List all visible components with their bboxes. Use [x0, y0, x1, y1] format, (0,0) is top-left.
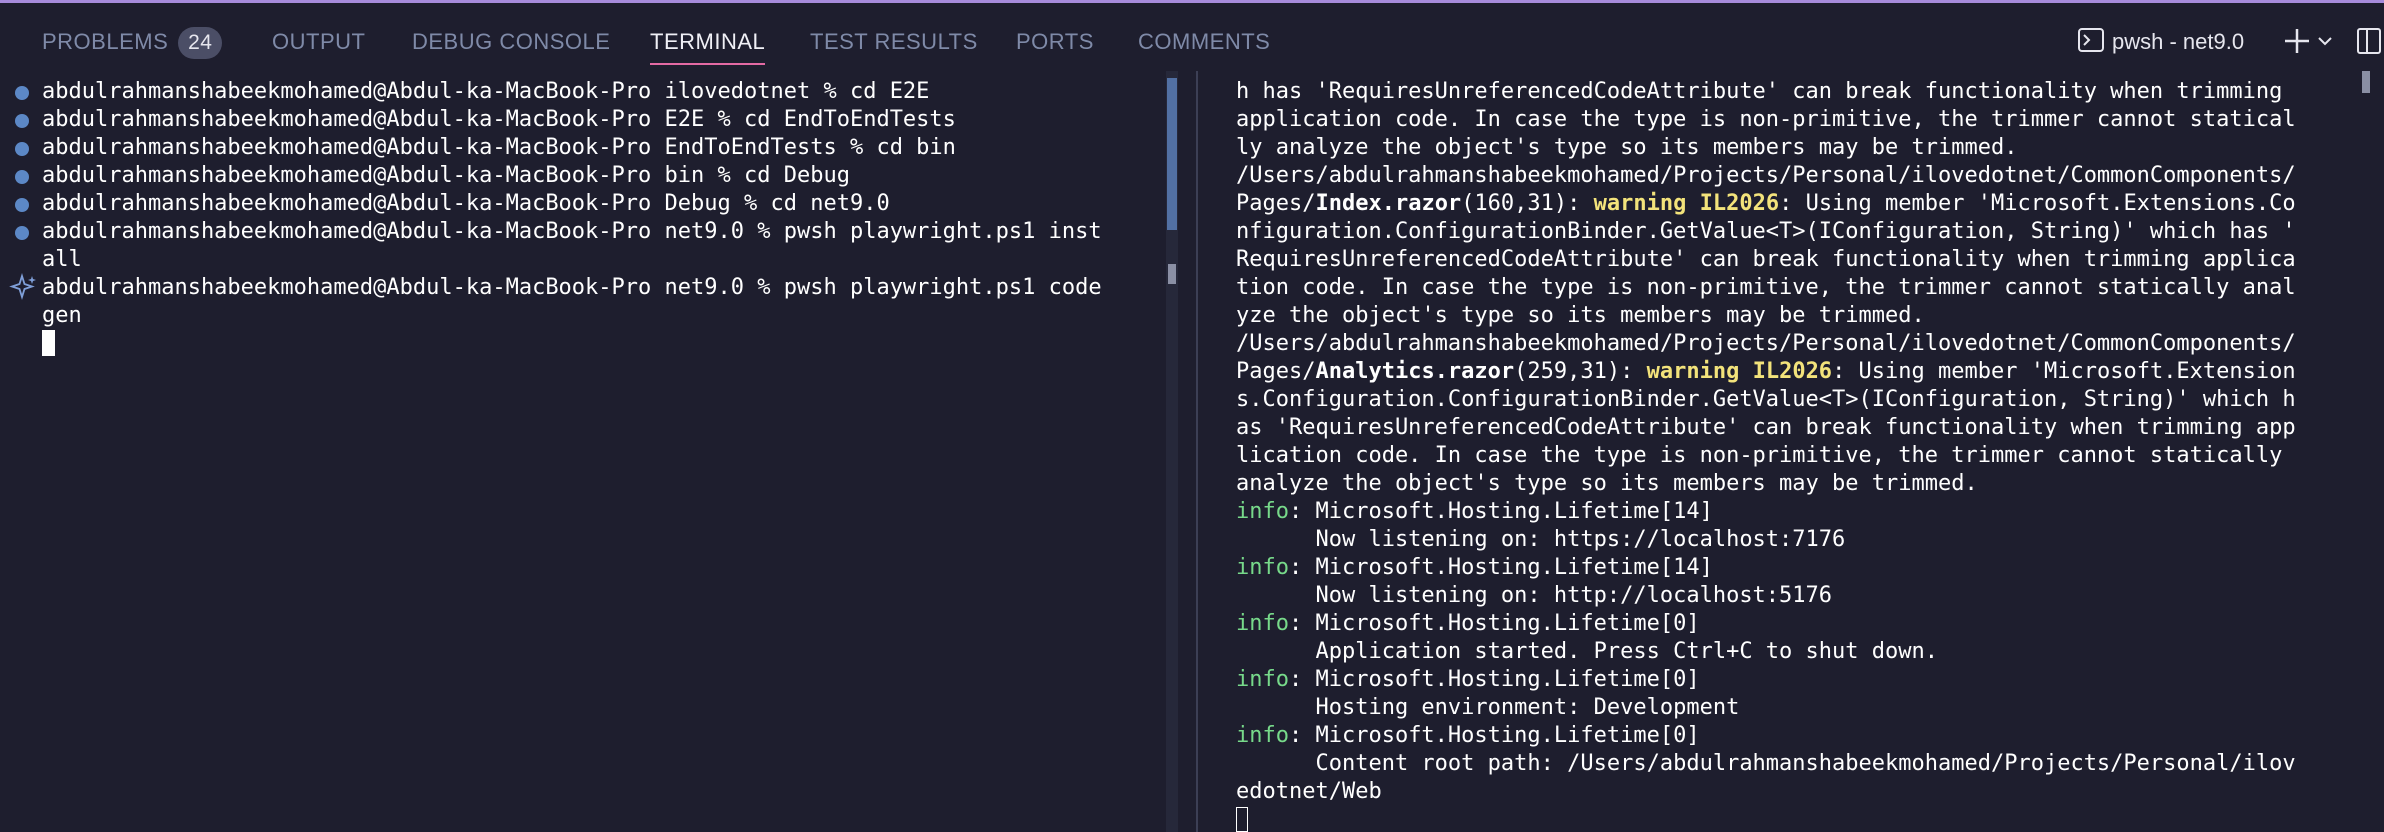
info-label: info	[1236, 611, 1289, 636]
terminal-line: abdulrahmanshabeekmohamed@Abdul-ka-MacBo…	[42, 275, 1102, 300]
terminal-line: tion code. In case the type is non-primi…	[1236, 275, 2296, 300]
tab-comments[interactable]: COMMENTS	[1138, 25, 1270, 59]
terminal-cursor	[1236, 807, 1248, 832]
terminal-line: RequiresUnreferencedCodeAttribute' can b…	[1236, 247, 2296, 272]
terminal-line: Pages/Index.razor(160,31): warning IL202…	[1236, 190, 2296, 218]
log-source: : Microsoft.Hosting.Lifetime[14]	[1288, 499, 1713, 524]
file-position: (160,31):	[1461, 191, 1594, 216]
terminal-line: as 'RequiresUnreferencedCodeAttribute' c…	[1236, 415, 2296, 440]
file-name: Index.razor	[1315, 191, 1462, 216]
tab-problems-label: PROBLEMS	[42, 29, 169, 54]
terminal-line: /Users/abdulrahmanshabeekmohamed/Project…	[1236, 163, 2296, 188]
left-terminal-scroll-marker	[1168, 264, 1176, 284]
info-label: info	[1236, 499, 1289, 524]
problems-count-badge: 24	[178, 27, 223, 59]
terminal-icon[interactable]	[2078, 28, 2104, 52]
terminal-cursor-line	[1236, 806, 2296, 832]
terminal-line: Application started. Press Ctrl+C to shu…	[1236, 639, 1938, 664]
terminal-line: abdulrahmanshabeekmohamed@Abdul-ka-MacBo…	[42, 191, 890, 216]
command-status-dot[interactable]	[15, 170, 29, 184]
tab-output-label: OUTPUT	[272, 29, 366, 54]
terminal-line: edotnet/Web	[1236, 779, 1382, 804]
right-terminal-scroll-marker[interactable]	[2362, 71, 2370, 93]
terminal-line: info: Microsoft.Hosting.Lifetime[0]	[1236, 666, 2296, 694]
warning-code: warning IL2026	[1646, 359, 1833, 384]
tab-debug-console[interactable]: DEBUG CONSOLE	[412, 25, 610, 59]
terminal-line: info: Microsoft.Hosting.Lifetime[14]	[1236, 498, 2296, 526]
path-prefix: Pages/	[1236, 191, 1316, 216]
terminal-line: abdulrahmanshabeekmohamed@Abdul-ka-MacBo…	[42, 107, 956, 132]
terminal-line: Pages/Analytics.razor(259,31): warning I…	[1236, 358, 2296, 386]
command-status-dot[interactable]	[15, 226, 29, 240]
panel-tab-bar: PROBLEMS 24 OUTPUT DEBUG CONSOLE TERMINAL…	[0, 3, 2384, 71]
terminal-line: nfiguration.ConfigurationBinder.GetValue…	[1236, 219, 2296, 244]
tab-output[interactable]: OUTPUT	[272, 25, 365, 59]
file-name: Analytics.razor	[1315, 359, 1515, 384]
terminal-line: Hosting environment: Development	[1236, 695, 1740, 720]
warning-message: : Using member 'Microsoft.Extensions.Co	[1779, 191, 2296, 216]
command-status-dot[interactable]	[15, 198, 29, 212]
active-tab-underline	[650, 63, 766, 65]
tab-terminal-label: TERMINAL	[650, 29, 766, 54]
terminal-line: abdulrahmanshabeekmohamed@Abdul-ka-MacBo…	[42, 79, 930, 104]
terminal-line: yze the object's type so its members may…	[1236, 303, 1925, 328]
terminal-line: info: Microsoft.Hosting.Lifetime[14]	[1236, 554, 2296, 582]
command-status-dot[interactable]	[15, 114, 29, 128]
terminal-line: h has 'RequiresUnreferencedCodeAttribute…	[1236, 79, 2296, 104]
terminal-line: gen	[42, 303, 82, 328]
terminal-line: Content root path: /Users/abdulrahmansha…	[1236, 751, 2296, 776]
info-label: info	[1236, 555, 1289, 580]
terminal-output-right: h has 'RequiresUnreferencedCodeAttribute…	[1236, 78, 2296, 832]
log-source: : Microsoft.Hosting.Lifetime[0]	[1288, 611, 1700, 636]
tab-test-results[interactable]: TEST RESULTS	[810, 25, 978, 59]
terminal-line: lication code. In case the type is non-p…	[1236, 443, 2296, 468]
split-pane-divider[interactable]	[1196, 71, 1198, 832]
tab-ports-label: PORTS	[1016, 29, 1094, 54]
chevron-down-icon[interactable]	[2317, 35, 2333, 47]
terminal-line: Now listening on: https://localhost:7176	[1236, 527, 1846, 552]
log-source: : Microsoft.Hosting.Lifetime[0]	[1288, 723, 1700, 748]
plus-icon[interactable]	[2283, 27, 2311, 55]
log-source: : Microsoft.Hosting.Lifetime[0]	[1288, 667, 1700, 692]
terminal-line: application code. In case the type is no…	[1236, 107, 2296, 132]
tab-debug-console-label: DEBUG CONSOLE	[412, 29, 611, 54]
tab-comments-label: COMMENTS	[1138, 29, 1271, 54]
terminal-cursor	[42, 330, 55, 356]
info-label: info	[1236, 723, 1289, 748]
command-status-dot[interactable]	[15, 86, 29, 100]
terminal-cursor-line	[42, 330, 1102, 358]
terminal-line: analyze the object's type so its members…	[1236, 471, 1978, 496]
terminal-line: abdulrahmanshabeekmohamed@Abdul-ka-MacBo…	[42, 163, 850, 188]
split-layout-icon[interactable]	[2356, 27, 2382, 55]
tab-terminal[interactable]: TERMINAL	[650, 25, 766, 65]
terminal-pane-right[interactable]: h has 'RequiresUnreferencedCodeAttribute…	[1200, 71, 2360, 832]
terminal-line: abdulrahmanshabeekmohamed@Abdul-ka-MacBo…	[42, 135, 956, 160]
file-position: (259,31):	[1514, 359, 1647, 384]
terminal-line: /Users/abdulrahmanshabeekmohamed/Project…	[1236, 331, 2296, 356]
warning-code: warning IL2026	[1593, 191, 1780, 216]
terminal-line: s.Configuration.ConfigurationBinder.GetV…	[1236, 387, 2296, 412]
terminal-line: info: Microsoft.Hosting.Lifetime[0]	[1236, 610, 2296, 638]
terminal-pane-left[interactable]: abdulrahmanshabeekmohamed@Abdul-ka-MacBo…	[0, 71, 1168, 832]
tab-test-results-label: TEST RESULTS	[810, 29, 978, 54]
terminal-line: info: Microsoft.Hosting.Lifetime[0]	[1236, 722, 2296, 750]
info-label: info	[1236, 667, 1289, 692]
terminal-instance-label[interactable]: pwsh - net9.0	[2112, 25, 2244, 59]
log-source: : Microsoft.Hosting.Lifetime[14]	[1288, 555, 1713, 580]
left-terminal-scrollbar-thumb[interactable]	[1167, 78, 1177, 230]
terminal-output-left: abdulrahmanshabeekmohamed@Abdul-ka-MacBo…	[42, 78, 1102, 358]
command-status-dot[interactable]	[15, 142, 29, 156]
tab-ports[interactable]: PORTS	[1016, 25, 1094, 59]
sparkle-icon[interactable]	[8, 273, 38, 303]
terminal-line: Now listening on: http://localhost:5176	[1236, 583, 1833, 608]
tab-problems[interactable]: PROBLEMS 24	[42, 25, 223, 59]
path-prefix: Pages/	[1236, 359, 1316, 384]
terminal-line: all	[42, 247, 82, 272]
terminal-line: ly analyze the object's type so its memb…	[1236, 135, 2018, 160]
warning-message: : Using member 'Microsoft.Extension	[1832, 359, 2296, 384]
terminal-line: abdulrahmanshabeekmohamed@Abdul-ka-MacBo…	[42, 219, 1102, 244]
